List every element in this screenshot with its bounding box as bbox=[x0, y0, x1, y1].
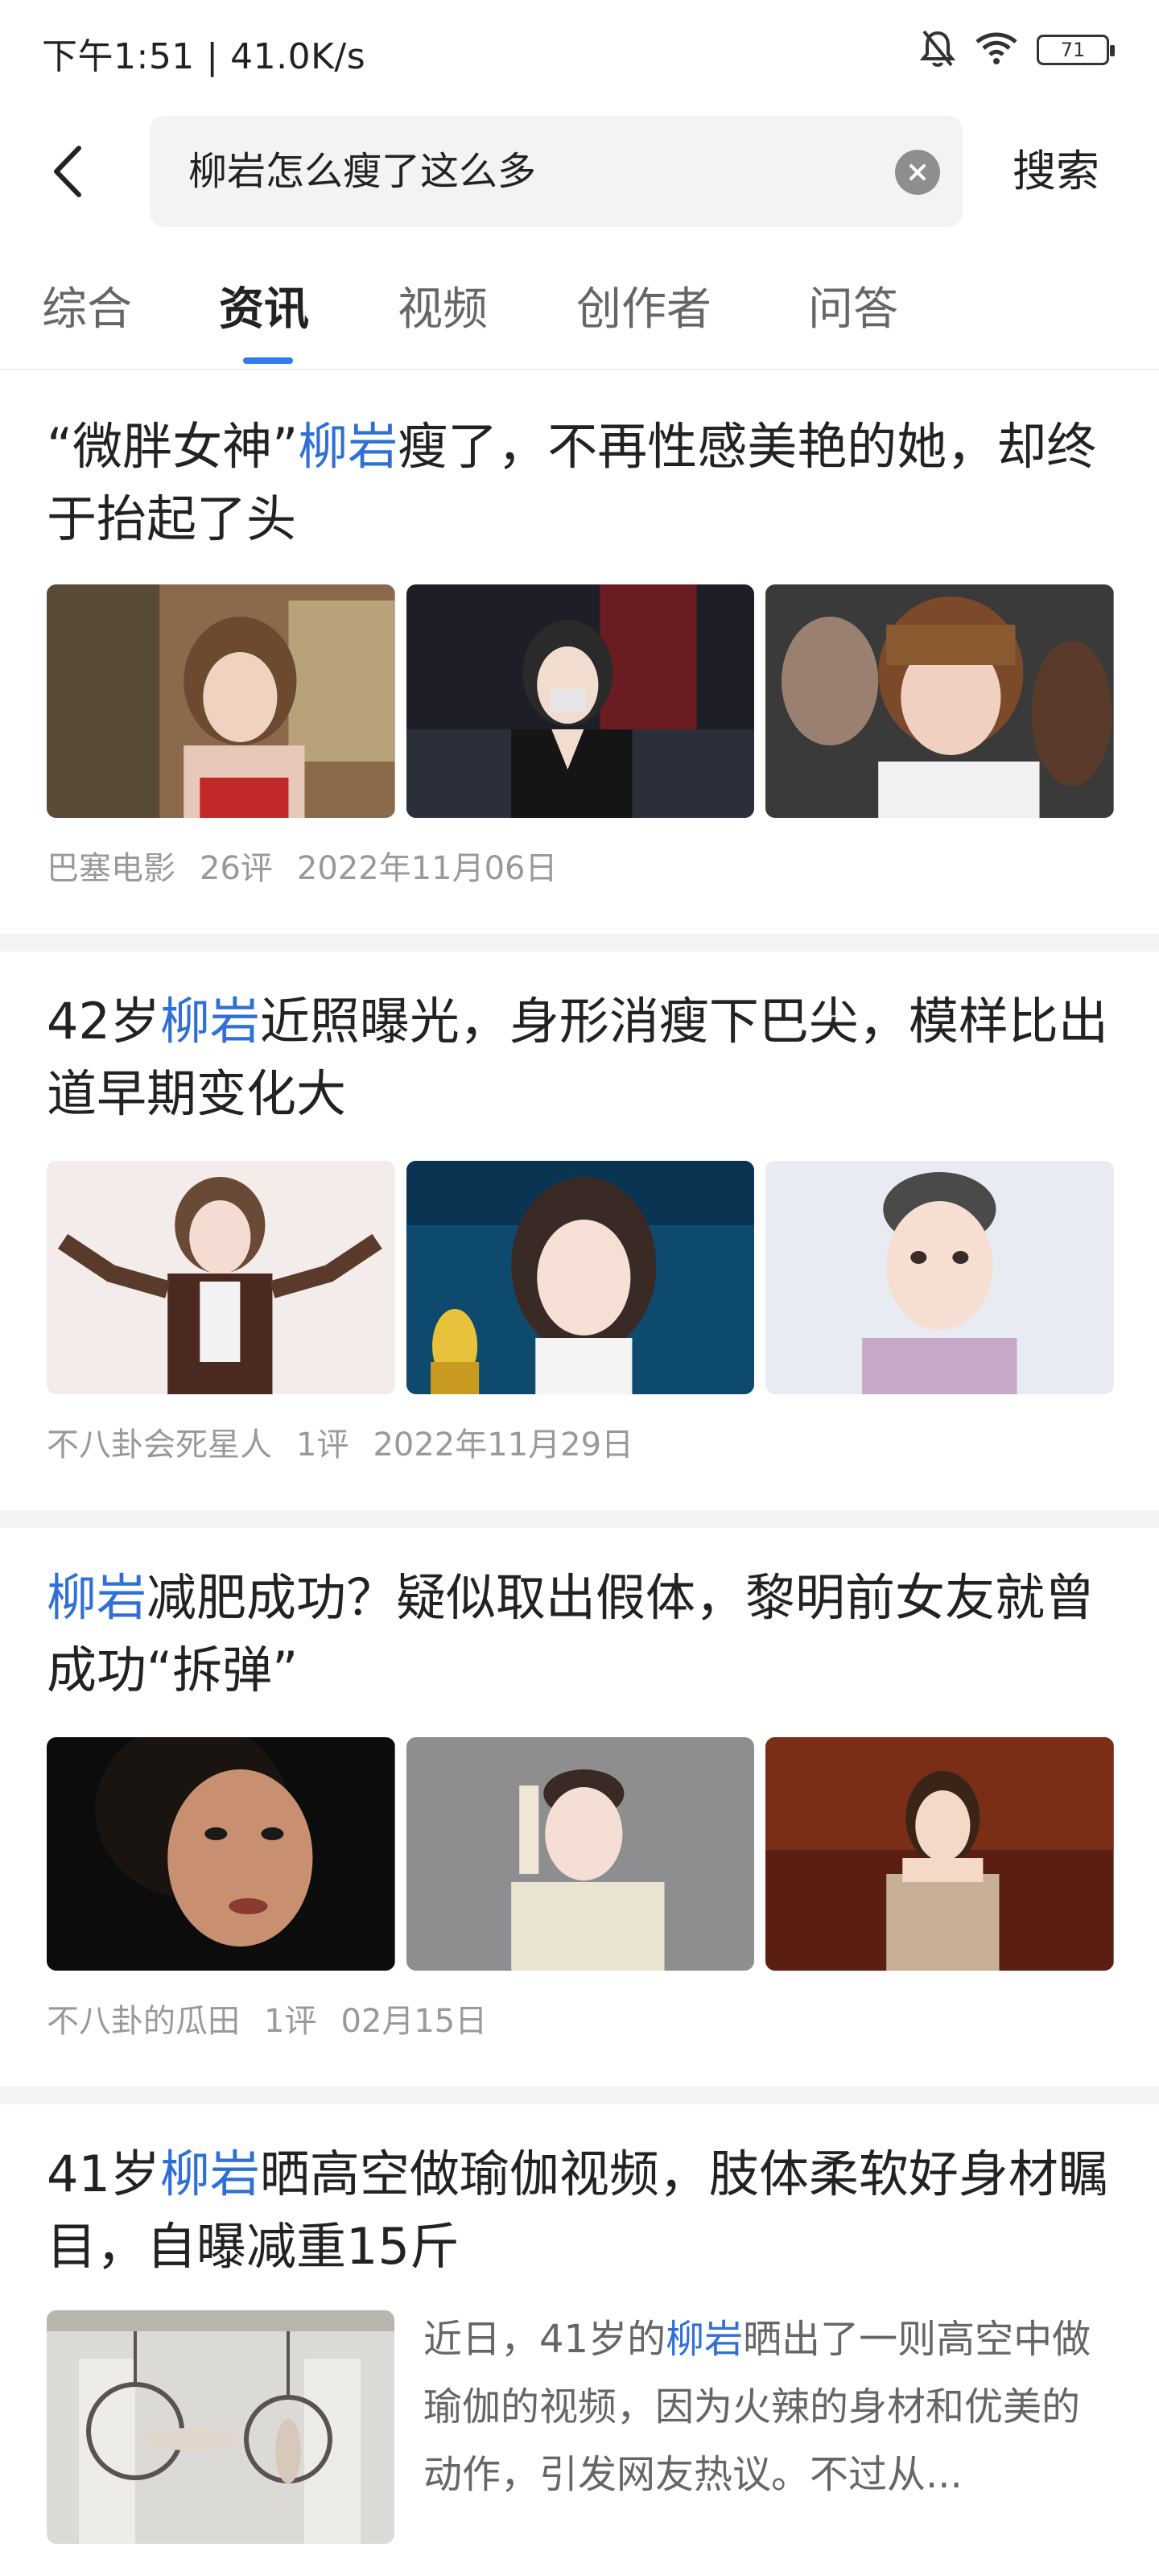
article-source: 巴塞电影 bbox=[47, 850, 175, 887]
article-date: 02月15日 bbox=[340, 2003, 488, 2040]
battery-icon: 71 bbox=[1037, 35, 1115, 65]
article-images bbox=[47, 584, 1115, 818]
article-thumbnail bbox=[406, 1737, 755, 1971]
article-title: “微胖女神”柳岩瘦了，不再性感美艳的她，却终于抬起了头 bbox=[47, 417, 1097, 548]
status-bar: 下午1:51 | 41.0K/s 71 bbox=[0, 0, 1159, 100]
status-time-speed: 下午1:51 | 41.0K/s bbox=[42, 36, 366, 77]
article-thumbnail bbox=[765, 1737, 1115, 1971]
status-icons: 71 bbox=[919, 27, 1115, 72]
article-comments: 1评 bbox=[264, 2003, 317, 2040]
article-comments: 26评 bbox=[200, 850, 273, 887]
close-icon bbox=[909, 164, 926, 180]
battery-level: 71 bbox=[1060, 39, 1086, 61]
tab-qa[interactable]: 问答 bbox=[808, 266, 898, 354]
article-thumbnail bbox=[406, 1161, 755, 1394]
tab-creators[interactable]: 创作者 bbox=[576, 266, 711, 354]
article-meta: 不八卦会死星人 1评 2022年11月29日 bbox=[47, 1418, 633, 1465]
tab-video[interactable]: 视频 bbox=[398, 266, 488, 354]
divider bbox=[0, 1510, 1159, 1528]
article-thumbnail bbox=[47, 584, 395, 818]
tab-comprehensive[interactable]: 综合 bbox=[42, 266, 132, 354]
tab-news[interactable]: 资讯 bbox=[219, 266, 309, 354]
article-thumbnail bbox=[47, 1161, 395, 1394]
article-title: 柳岩减肥成功？疑似取出假体，黎明前女友就曾成功“拆弹” bbox=[47, 1568, 1095, 1699]
article-source: 不八卦会死星人 bbox=[47, 1426, 272, 1463]
article-card[interactable]: 柳岩减肥成功？疑似取出假体，黎明前女友就曾成功“拆弹” 不八卦的瓜田 1评 02… bbox=[0, 1528, 1159, 2083]
search-bar: 柳岩怎么瘦了这么多 搜索 bbox=[0, 113, 1159, 230]
article-thumbnail bbox=[765, 584, 1115, 818]
article-date: 2022年11月29日 bbox=[373, 1426, 634, 1463]
article-thumbnail bbox=[406, 584, 755, 818]
article-summary: 近日，41岁的柳岩晒出了一则高空中做瑜伽的视频，因为火辣的身材和优美的动作，引发… bbox=[423, 2317, 1091, 2497]
article-date: 2022年11月06日 bbox=[296, 850, 558, 887]
article-card[interactable]: 42岁柳岩近照曝光，身形消瘦下巴尖，模样比出道早期变化大 不八卦会死星人 1评 … bbox=[0, 952, 1159, 1507]
article-thumbnail bbox=[47, 1737, 395, 1971]
divider bbox=[0, 934, 1159, 952]
article-title: 41岁柳岩晒高空做瑜伽视频，肢体柔软好身材瞩目，自曝减重15斤 bbox=[47, 2145, 1108, 2276]
article-card[interactable]: “微胖女神”柳岩瘦了，不再性感美艳的她，却终于抬起了头 巴塞电影 26评 202… bbox=[0, 375, 1159, 931]
search-input[interactable]: 柳岩怎么瘦了这么多 bbox=[150, 116, 963, 227]
tab-bar: 综合 资讯 视频 创作者 问答 bbox=[0, 266, 1159, 370]
article-meta: 不八卦的瓜田 1评 02月15日 bbox=[47, 1995, 487, 2041]
divider bbox=[0, 2087, 1159, 2104]
article-meta: 巴塞电影 26评 2022年11月06日 bbox=[47, 842, 558, 889]
article-images bbox=[47, 1737, 1115, 1971]
search-query: 柳岩怎么瘦了这么多 bbox=[188, 149, 537, 194]
article-card[interactable]: 41岁柳岩晒高空做瑜伽视频，肢体柔软好身材瞩目，自曝减重15斤 近日，41岁的柳… bbox=[0, 2104, 1159, 2576]
article-thumbnail bbox=[765, 1161, 1115, 1394]
search-button[interactable]: 搜索 bbox=[1013, 113, 1099, 230]
article-comments: 1评 bbox=[296, 1426, 349, 1463]
mute-bell-icon bbox=[919, 28, 956, 72]
article-images bbox=[47, 1161, 1115, 1394]
back-button[interactable] bbox=[35, 137, 100, 206]
clear-button[interactable] bbox=[895, 150, 940, 195]
wifi-icon bbox=[974, 31, 1019, 69]
article-source: 不八卦的瓜田 bbox=[47, 2003, 240, 2040]
active-tab-indicator bbox=[243, 357, 293, 364]
article-thumbnail bbox=[47, 2310, 394, 2544]
chevron-left-icon bbox=[54, 146, 81, 197]
article-title: 42岁柳岩近照曝光，身形消瘦下巴尖，模样比出道早期变化大 bbox=[47, 992, 1108, 1123]
